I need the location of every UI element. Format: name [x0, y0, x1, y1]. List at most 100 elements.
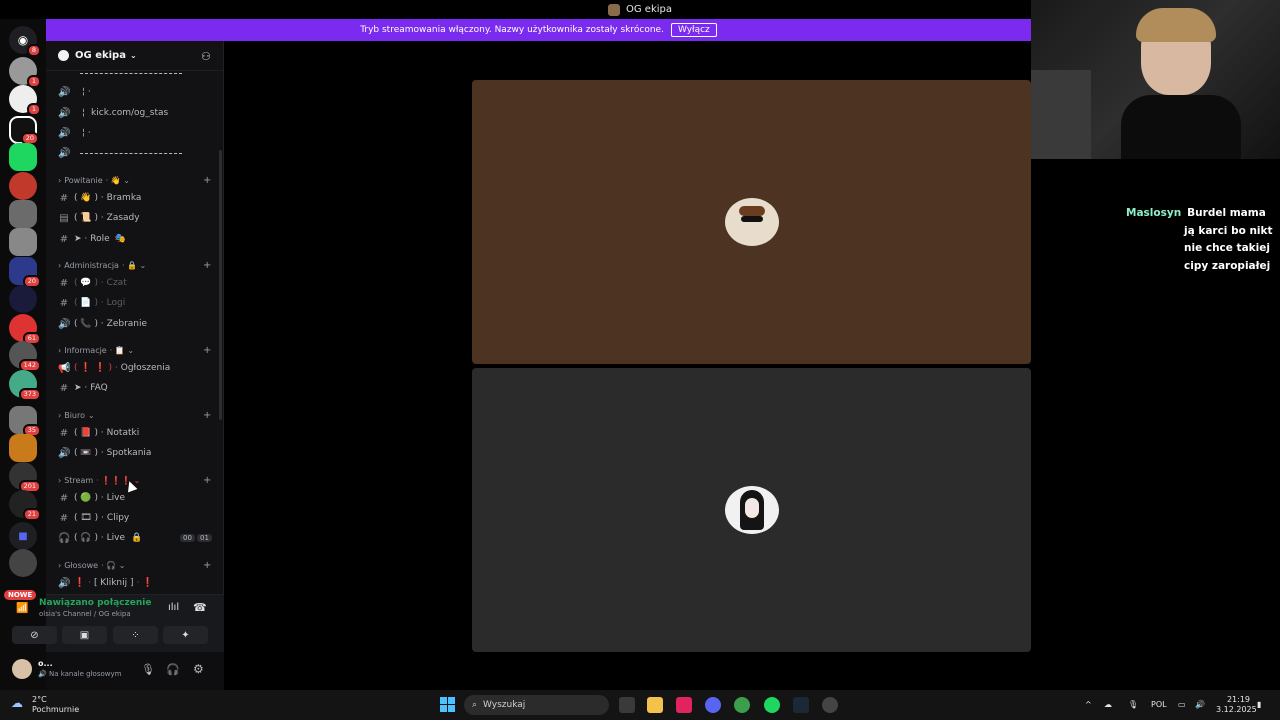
chevron-up-icon[interactable]: ^ [1085, 700, 1092, 709]
language-indicator[interactable]: POL [1151, 700, 1167, 709]
onedrive-icon[interactable]: ☁ [1104, 700, 1112, 709]
server-icon[interactable] [9, 200, 37, 228]
text-channel[interactable]: # ( 📕 ) · Notatki [58, 426, 139, 440]
emoji-icon: ❗ · [74, 578, 91, 588]
category-biuro[interactable]: › Biuro ⌄ + [58, 410, 211, 421]
speaker-icon: 🔊 [58, 318, 71, 330]
text-channel[interactable]: # ( 👋 ) · Bramka [58, 191, 142, 205]
chevron-right-icon: › [58, 346, 62, 355]
create-channel-icon[interactable]: + [203, 410, 211, 421]
sidebar-scrollbar[interactable] [219, 150, 222, 420]
noise-suppression-icon[interactable]: ılıl [168, 602, 179, 613]
text-channel[interactable]: # ( 🎞 ) · Clipy [58, 511, 129, 525]
server-icon[interactable]: 1 [9, 57, 41, 88]
voice-channel[interactable]: 🔊 [58, 146, 74, 160]
notifications-icon[interactable]: ▮ [1257, 700, 1261, 709]
server-icon[interactable]: 1 [9, 85, 41, 116]
server-icon[interactable] [9, 228, 37, 256]
voice-channel[interactable]: 🎧( 🎧 ) · Live 🔒 [58, 531, 142, 545]
screen-share-button[interactable]: ▣ [62, 626, 107, 644]
emoji-icon: ( 🎞 ) · [74, 513, 104, 523]
text-channel[interactable]: # ➤ · Role 🎭 [58, 232, 126, 246]
voice-status[interactable]: Nawiązano połączenie [39, 598, 151, 608]
separator: ¦ [82, 108, 86, 118]
category-powitanie[interactable]: › Powitanie · 👋 ⌄ + [58, 175, 211, 186]
voice-channel[interactable]: 🔊 ❗ · [ Kliknij ] · ❗ [58, 576, 153, 590]
badge: 21 [22, 508, 41, 521]
gear-icon[interactable]: ⚙ [193, 662, 204, 676]
weather-widget[interactable]: 2°C Pochmurnie [32, 695, 79, 715]
steam-icon[interactable] [793, 697, 809, 713]
category-label: Administracja [64, 261, 119, 270]
create-channel-icon[interactable]: + [203, 560, 211, 571]
note-icon: · 📋 ⌄ [109, 346, 135, 355]
chrome-icon[interactable] [734, 697, 750, 713]
server-icon[interactable] [9, 285, 37, 313]
microphone-icon[interactable]: 🎙 [1128, 700, 1138, 709]
task-view-icon[interactable] [619, 697, 635, 713]
disconnect-icon[interactable]: ☎ [193, 601, 207, 614]
file-explorer-icon[interactable] [647, 697, 663, 713]
voice-channel[interactable]: 🔊( 📞 ) · Zebranie [58, 317, 147, 331]
server-icon[interactable]: 61 [9, 314, 41, 345]
hash-icon: # [59, 277, 69, 289]
server-icon[interactable] [9, 143, 37, 171]
disable-streamer-mode-button[interactable]: Wyłącz [670, 23, 717, 37]
server-icon[interactable] [9, 172, 37, 200]
participant-tile[interactable] [472, 80, 1031, 364]
text-channel[interactable]: # ( 🟢 ) · Live [58, 491, 125, 505]
chat-username: Maslosyn [1126, 207, 1182, 219]
text-channel[interactable]: ▤ ( 📜 ) · Zasady [58, 211, 139, 225]
camera-off-button[interactable]: ⊘ [12, 626, 57, 644]
volume-icon[interactable]: 🔊 [1195, 700, 1205, 709]
emoji-icon: ➤ · [74, 383, 88, 393]
voice-channel[interactable]: 🔊 ¦ · [58, 126, 91, 140]
server-icon[interactable]: 21 [9, 490, 41, 521]
category-administracja[interactable]: › Administracja · 🔒 ⌄ + [58, 260, 211, 271]
activities-button[interactable]: ⁘ [113, 626, 158, 644]
folder-icon[interactable]: ■ [9, 522, 37, 550]
tiktok-icon[interactable] [676, 697, 692, 713]
network-icon[interactable]: ▭ [1178, 700, 1186, 709]
voice-channel[interactable]: 🔊 ¦ · [58, 85, 91, 99]
category-informacje[interactable]: › Informacje · 📋 ⌄ + [58, 345, 211, 356]
server-icon[interactable]: 373 [9, 370, 41, 401]
server-icon[interactable] [9, 434, 37, 462]
start-button[interactable] [440, 697, 455, 712]
lock-icon: 🔒 [131, 533, 143, 543]
server-icon[interactable]: 201 [9, 462, 41, 493]
soundboard-button[interactable]: ✦ [163, 626, 208, 644]
announcement-channel[interactable]: 📢( ❗ ❗ ) · Ogłoszenia [58, 361, 170, 375]
create-channel-icon[interactable]: + [203, 260, 211, 271]
chevron-right-icon: › [58, 261, 62, 270]
obs-icon[interactable] [822, 697, 838, 713]
text-channel[interactable]: # ( 💬 ) · Czat [58, 276, 127, 290]
server-icon[interactable] [9, 549, 37, 577]
avatar[interactable] [12, 659, 32, 679]
server-icon[interactable]: 20 [9, 116, 39, 145]
emoji-icon: ( 📞 ) · [74, 319, 104, 329]
voice-channel[interactable]: 🔊( 📼 ) · Spotkania [58, 446, 151, 460]
server-icon[interactable]: 35 [9, 406, 41, 437]
text-channel[interactable]: # ( 📄 ) · Logi [58, 296, 125, 310]
clock[interactable]: 21:19 3.12.2025 [1216, 695, 1257, 715]
headset-icon[interactable]: 🎧 [166, 663, 180, 676]
taskbar-search[interactable]: ⌕ Wyszukaj [464, 695, 609, 715]
create-channel-icon[interactable]: + [203, 175, 211, 186]
voice-channel[interactable]: 🔊 ¦ kick.com/og_stas [58, 106, 168, 120]
text-channel[interactable]: # ➤ · FAQ [58, 381, 108, 395]
category-glosowe[interactable]: › Głosowe · 🎧 ⌄ + [58, 560, 211, 571]
spotify-icon[interactable] [764, 697, 780, 713]
invite-people-icon[interactable]: ⚇ [201, 51, 213, 62]
voice-channel-name[interactable]: olsia's Channel / OG ekipa [39, 610, 131, 618]
server-icon[interactable]: 20 [9, 257, 41, 288]
server-header[interactable]: OG ekipa ⌄ ⚇ [46, 41, 223, 71]
discord-icon[interactable] [705, 697, 721, 713]
discord-home-icon[interactable]: ◉ 8 [9, 26, 41, 57]
create-channel-icon[interactable]: + [203, 345, 211, 356]
microphone-icon[interactable]: 🎙 [141, 663, 155, 676]
participant-tile[interactable] [472, 368, 1031, 652]
server-icon[interactable]: 142 [9, 341, 41, 372]
create-channel-icon[interactable]: + [203, 475, 211, 486]
megaphone-icon: 📢 [58, 362, 71, 374]
